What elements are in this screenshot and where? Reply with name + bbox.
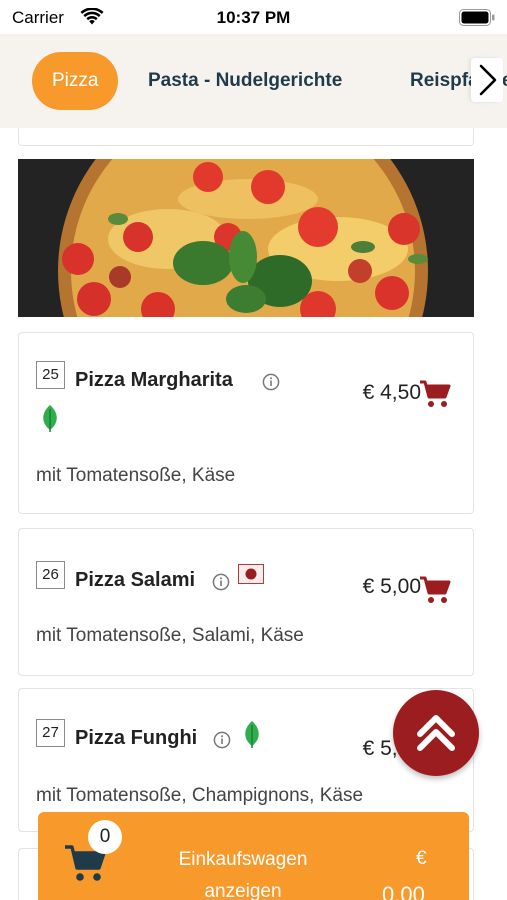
cart-count-badge: 0 — [88, 820, 122, 854]
info-icon[interactable] — [212, 573, 230, 591]
info-icon[interactable] — [213, 731, 231, 749]
item-number: 27 — [36, 719, 65, 747]
item-price: € 5,00 — [362, 575, 421, 598]
item-name: Pizza Salami — [75, 569, 196, 591]
item-name: Pizza Margharita — [75, 369, 233, 391]
add-to-cart-icon[interactable] — [419, 379, 451, 409]
vegetarian-leaf-icon — [43, 405, 57, 432]
tab-pasta[interactable]: Pasta - Nudelgerichte — [148, 52, 342, 110]
item-description: mit Tomatensoße, Käse — [36, 465, 236, 486]
category-hero-image — [18, 159, 474, 317]
cart-label: Einkaufswagen anzeigen — [178, 849, 308, 900]
item-number: 25 — [36, 361, 65, 389]
item-description: mit Tomatensoße, Salami, Käse — [36, 625, 304, 646]
chevron-right-icon — [479, 64, 497, 96]
scroll-to-top-button[interactable] — [393, 690, 479, 776]
tab-pizza[interactable]: Pizza — [32, 52, 119, 110]
item-price: € 4,50 — [362, 381, 421, 404]
menu-list[interactable]: 25 Pizza Margharita € 4,50 mit Tomatenso… — [0, 128, 507, 900]
card-stub-top — [18, 128, 474, 146]
add-to-cart-icon[interactable] — [419, 575, 451, 605]
battery-icon — [459, 9, 495, 26]
status-time: 10:37 PM — [216, 8, 291, 27]
info-icon[interactable] — [262, 373, 280, 391]
item-description: mit Tomatensoße, Champignons, Käse — [36, 785, 364, 806]
vegetarian-leaf-icon — [245, 721, 259, 748]
japan-flag-icon — [238, 564, 264, 584]
tabs-next-button[interactable] — [471, 58, 503, 102]
category-tab-bar: Pizza Pasta - Nudelgerichte Reispfannen — [0, 34, 507, 128]
status-bar: Carrier 10:37 PM — [0, 0, 507, 34]
view-cart-button[interactable]: 0 Einkaufswagen anzeigen € 0,00 — [38, 812, 469, 900]
item-number: 26 — [36, 561, 65, 589]
menu-item-card[interactable]: 26 Pizza Salami € 5,00 mit Tomatensoße, … — [18, 528, 474, 676]
cart-total: 0,00 — [382, 882, 425, 900]
menu-item-card[interactable]: 25 Pizza Margharita € 4,50 mit Tomatenso… — [18, 332, 474, 514]
cart-currency: € — [416, 848, 427, 869]
double-chevron-up-icon — [417, 715, 455, 751]
item-name: Pizza Funghi — [75, 727, 198, 749]
app-screen: Carrier 10:37 PM Pizza Pasta - Nudelgeri… — [0, 0, 507, 900]
